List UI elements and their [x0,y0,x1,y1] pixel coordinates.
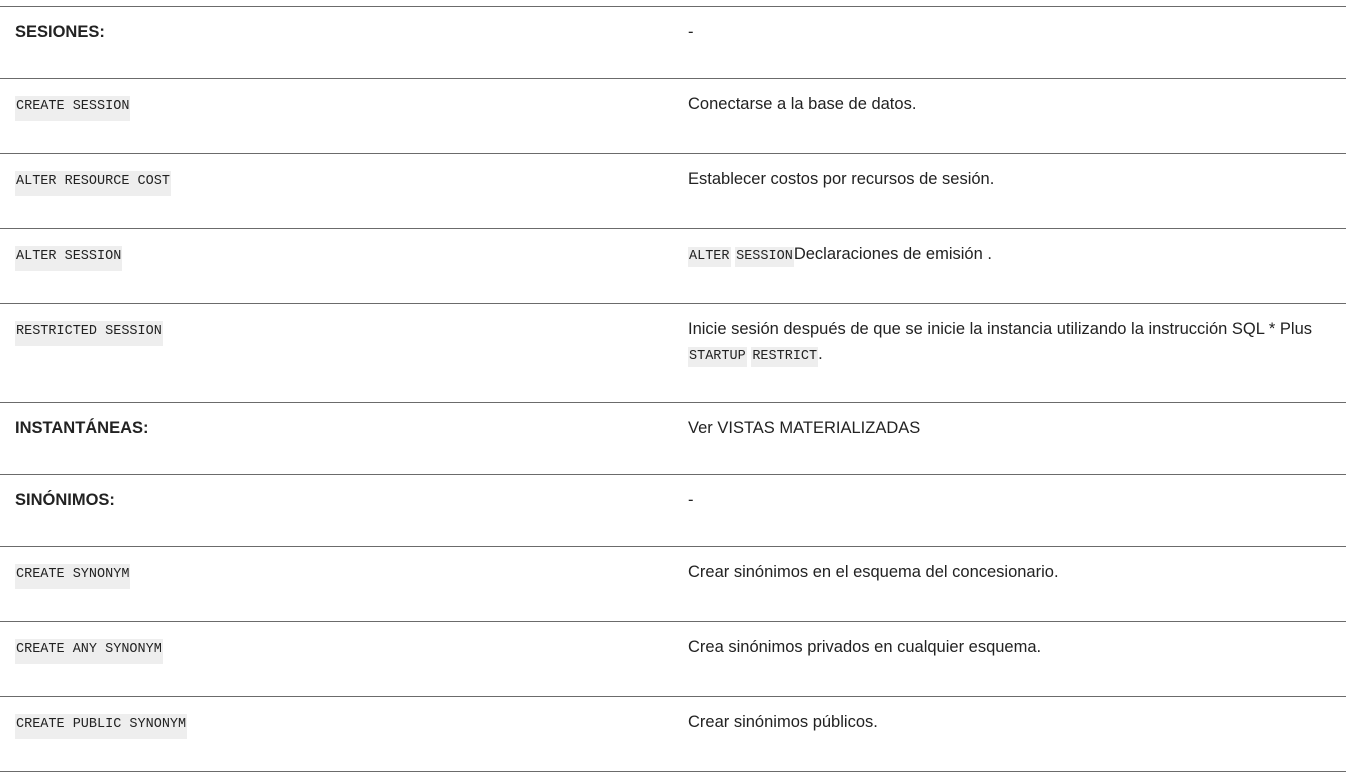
inline-code: ALTER [688,247,731,267]
privilege-code: ALTER RESOURCE COST [15,171,171,196]
table-row: CREATE SYNONYM Crear sinónimos en el esq… [0,547,1346,622]
privilege-cell: ALTER SESSION [0,229,673,303]
table-row: CREATE PUBLIC SYNONYM Crear sinónimos pú… [0,697,1346,772]
table-row: ALTER RESOURCE COST Establecer costos po… [0,154,1346,229]
inline-code: RESTRICT [751,347,819,367]
table-row: ALTER SESSION ALTER SESSIONDeclaraciones… [0,229,1346,304]
privilege-cell: CREATE SYNONYM [0,547,673,621]
section-heading: INSTANTÁNEAS: [15,419,149,437]
privilege-cell: ALTER RESOURCE COST [0,154,673,228]
privilege-code: CREATE SESSION [15,96,131,121]
privilege-code: ALTER SESSION [15,246,123,271]
description-text: Declaraciones de emisión . [793,245,992,263]
table-row: SESIONES: - [0,7,1346,79]
description-cell: Crear sinónimos en el esquema del conces… [688,563,1059,581]
description-cell: Crea sinónimos privados en cualquier esq… [688,638,1042,656]
privilege-code: RESTRICTED SESSION [15,321,163,346]
inline-code: STARTUP [688,347,747,367]
privilege-code: CREATE PUBLIC SYNONYM [15,714,188,739]
description-text: . [818,345,823,363]
section-heading: SESIONES: [15,23,105,41]
description-cell: - [688,23,694,41]
description-cell: ALTER SESSIONDeclaraciones de emisión . [673,229,1346,303]
inline-code: SESSION [735,247,794,267]
privilege-cell: RESTRICTED SESSION [0,304,673,402]
description-cell: Conectarse a la base de datos. [688,95,917,113]
description-text: Inicie sesión después de que se inicie l… [688,320,1312,338]
table-row: SINÓNIMOS: - [0,475,1346,547]
privilege-code: CREATE SYNONYM [15,564,131,589]
table-row: INSTANTÁNEAS: Ver VISTAS MATERIALIZADAS [0,403,1346,475]
description-cell: Inicie sesión después de que se inicie l… [673,304,1346,402]
table-row: CREATE ANY SYNONYM Crea sinónimos privad… [0,622,1346,697]
privilege-code: CREATE ANY SYNONYM [15,639,163,664]
description-cell: - [688,491,694,509]
description-cell: Ver VISTAS MATERIALIZADAS [688,419,921,437]
section-heading: SINÓNIMOS: [15,491,115,509]
privilege-cell: CREATE SESSION [0,79,673,153]
description-cell: Establecer costos por recursos de sesión… [688,170,995,188]
privileges-table: SESIONES: - CREATE SESSION Conectarse a … [0,6,1346,772]
description-cell: Crear sinónimos públicos. [688,713,878,731]
table-row: RESTRICTED SESSION Inicie sesión después… [0,304,1346,403]
privilege-cell: CREATE ANY SYNONYM [0,622,673,696]
table-row: CREATE SESSION Conectarse a la base de d… [0,79,1346,154]
privilege-cell: CREATE PUBLIC SYNONYM [0,697,673,771]
